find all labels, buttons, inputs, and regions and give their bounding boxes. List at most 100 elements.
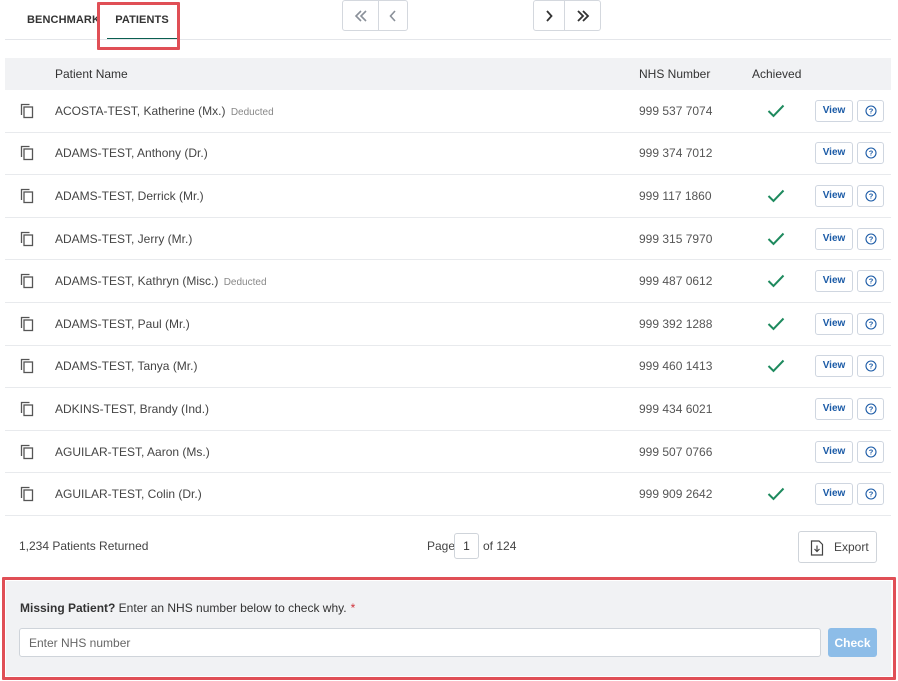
svg-text:?: ? <box>869 319 874 328</box>
achieved-check-icon <box>767 104 785 118</box>
view-button[interactable]: View <box>815 440 853 463</box>
help-button[interactable]: ? <box>857 312 884 335</box>
table-row: ADAMS-TEST, Kathryn (Misc.) Deducted 999 … <box>5 260 891 303</box>
copy-icon[interactable] <box>19 103 35 119</box>
patient-name-text: ADAMS-TEST, Kathryn (Misc.) <box>55 274 219 289</box>
copy-icon[interactable] <box>19 188 35 204</box>
help-button[interactable]: ? <box>857 227 884 250</box>
copy-icon[interactable] <box>19 444 35 460</box>
table-row: ADAMS-TEST, Jerry (Mr.) 999 315 7970 View? <box>5 218 891 261</box>
first-page-button[interactable] <box>342 0 379 31</box>
table-row: ADAMS-TEST, Tanya (Mr.) 999 460 1413 View? <box>5 346 891 389</box>
help-button[interactable]: ? <box>857 142 884 165</box>
active-tab-indicator <box>107 38 177 39</box>
nhs-number: 999 392 1288 <box>639 316 713 331</box>
nhs-number: 999 909 2642 <box>639 487 713 502</box>
view-button[interactable]: View <box>815 483 853 506</box>
page-total-label: of 124 <box>483 539 517 553</box>
patient-name-text: ADAMS-TEST, Paul (Mr.) <box>55 316 190 331</box>
patient-name: ADAMS-TEST, Tanya (Mr.) <box>55 359 197 373</box>
question-circle-icon: ? <box>865 403 877 415</box>
nhs-number: 999 537 7074 <box>639 103 713 118</box>
help-button[interactable]: ? <box>857 99 884 122</box>
copy-icon[interactable] <box>19 486 35 502</box>
missing-patient-instruction: Enter an NHS number below to check why. <box>115 601 347 615</box>
table-row: ADAMS-TEST, Derrick (Mr.) 999 117 1860 Vie… <box>5 175 891 218</box>
nhs-number: 999 507 0766 <box>639 444 713 459</box>
patient-name-text: ADAMS-TEST, Tanya (Mr.) <box>55 359 198 374</box>
view-button[interactable]: View <box>815 227 853 250</box>
patient-name: ADKINS-TEST, Brandy (Ind.) <box>55 402 209 416</box>
view-button[interactable]: View <box>815 355 853 378</box>
svg-text:?: ? <box>869 234 874 243</box>
achieved-check-icon <box>767 360 785 373</box>
patient-name-text: AGUILAR-TEST, Aaron (Ms.) <box>55 444 210 459</box>
patient-name: ADAMS-TEST, Derrick (Mr.) <box>55 189 204 203</box>
double-chevron-left-icon <box>354 9 367 22</box>
nhs-number-input[interactable] <box>19 628 821 657</box>
tab-bar: BENCHMARK PATIENTS <box>5 0 891 40</box>
chevron-right-icon <box>546 9 553 22</box>
patients-returned-count: 1,234 Patients Returned <box>19 539 149 553</box>
svg-text:?: ? <box>869 192 874 201</box>
help-button[interactable]: ? <box>857 355 884 378</box>
svg-text:?: ? <box>869 447 874 456</box>
chevron-left-icon <box>389 9 396 22</box>
question-circle-icon: ? <box>865 488 877 500</box>
page-label: Page <box>427 539 456 553</box>
svg-text:?: ? <box>869 405 874 414</box>
previous-page-button[interactable] <box>378 0 408 31</box>
patient-name-text: ADAMS-TEST, Derrick (Mr.) <box>55 188 204 203</box>
next-page-button[interactable] <box>533 0 565 31</box>
achieved-check-icon <box>767 274 785 288</box>
copy-icon[interactable] <box>19 358 35 374</box>
nhs-number: 999 117 1860 <box>639 188 712 203</box>
copy-icon[interactable] <box>19 273 35 289</box>
question-circle-icon: ? <box>865 318 877 330</box>
view-button[interactable]: View <box>815 397 853 420</box>
achieved-check-icon <box>767 487 785 501</box>
patient-name: ADAMS-TEST, Jerry (Mr.) <box>55 232 192 246</box>
deducted-label: Deducted <box>223 277 267 289</box>
nhs-number: 999 487 0612 <box>639 274 713 289</box>
copy-icon[interactable] <box>19 316 35 332</box>
deducted-label: Deducted <box>230 106 274 118</box>
patient-name-text: ADAMS-TEST, Anthony (Dr.) <box>55 146 208 161</box>
tab-patients-label: PATIENTS <box>115 14 169 26</box>
view-button[interactable]: View <box>815 99 853 122</box>
view-button[interactable]: View <box>815 142 853 165</box>
help-button[interactable]: ? <box>857 184 884 207</box>
patient-name: ADAMS-TEST, Kathryn (Misc.) Deducted <box>55 274 267 288</box>
help-button[interactable]: ? <box>857 483 884 506</box>
help-button[interactable]: ? <box>857 397 884 420</box>
page-number-input[interactable] <box>454 533 479 559</box>
copy-icon[interactable] <box>19 231 35 247</box>
patient-name-text: AGUILAR-TEST, Colin (Dr.) <box>55 487 202 502</box>
table-body: ACOSTA-TEST, Katherine (Mx.) Deducted 999… <box>5 90 891 516</box>
question-circle-icon: ? <box>865 190 877 202</box>
export-button[interactable]: Export <box>798 531 877 563</box>
check-button[interactable]: Check <box>828 628 877 657</box>
table-row: AGUILAR-TEST, Aaron (Ms.) 999 507 0766 Vie… <box>5 431 891 474</box>
tab-patients[interactable]: PATIENTS <box>107 0 177 40</box>
export-label: Export <box>834 540 869 554</box>
table-row: ADAMS-TEST, Anthony (Dr.) 999 374 7012 Vie… <box>5 133 891 176</box>
patient-name: AGUILAR-TEST, Aaron (Ms.) <box>55 445 210 459</box>
patient-name-text: ADKINS-TEST, Brandy (Ind.) <box>55 401 210 416</box>
help-button[interactable]: ? <box>857 440 884 463</box>
copy-icon[interactable] <box>19 401 35 417</box>
patient-name-text: ADAMS-TEST, Jerry (Mr.) <box>55 231 193 246</box>
question-circle-icon: ? <box>865 445 877 458</box>
patient-name: ADAMS-TEST, Anthony (Dr.) <box>55 146 208 160</box>
view-button[interactable]: View <box>815 312 853 335</box>
header-achieved: Achieved <box>752 67 802 81</box>
tab-benchmark[interactable]: BENCHMARK <box>27 0 100 40</box>
last-page-button[interactable] <box>564 0 601 31</box>
view-button[interactable]: View <box>815 184 853 207</box>
achieved-check-icon <box>767 232 785 246</box>
view-button[interactable]: View <box>815 270 853 293</box>
copy-icon[interactable] <box>19 145 35 161</box>
question-circle-icon: ? <box>865 360 877 372</box>
help-button[interactable]: ? <box>857 270 884 293</box>
patients-table: Patient Name NHS Number Achieved ACOSTA-… <box>5 58 891 516</box>
